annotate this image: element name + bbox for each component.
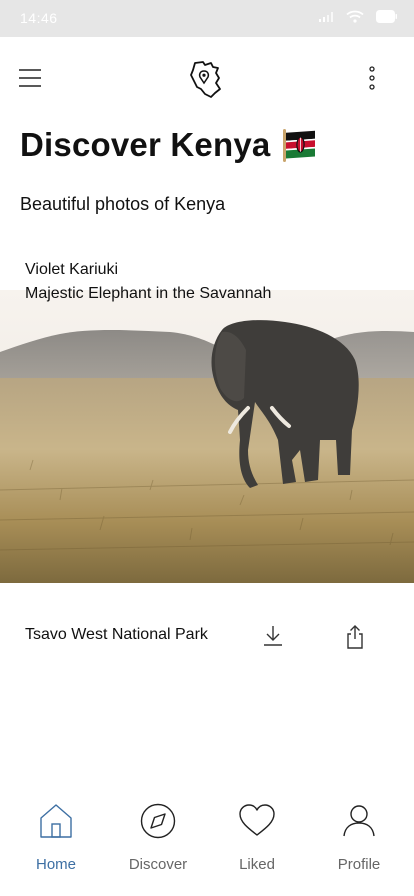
share-icon[interactable]	[344, 624, 366, 650]
tab-liked-label: Liked	[239, 856, 275, 873]
signal-icon	[319, 11, 333, 22]
kenya-flag-icon	[282, 127, 316, 163]
status-time: 14:46	[20, 10, 58, 26]
photo-caption: Majestic Elephant in the Savannah	[25, 285, 272, 302]
photo-location: Tsavo West National Park	[25, 626, 208, 643]
kenya-map-pin-logo-icon	[189, 59, 223, 99]
heart-icon	[238, 802, 276, 840]
tab-profile[interactable]: Profile	[314, 790, 404, 880]
bottom-tab-bar: Home Discover Liked Profile	[0, 790, 414, 890]
elephant-photo[interactable]	[0, 290, 414, 583]
top-bar	[0, 37, 414, 121]
photo-actions-row: Tsavo West National Park	[0, 616, 414, 656]
tab-profile-label: Profile	[337, 856, 381, 873]
tab-home[interactable]: Home	[11, 790, 101, 880]
more-vertical-icon[interactable]	[360, 64, 384, 94]
battery-icon	[376, 10, 397, 23]
status-bar: 14:46	[0, 0, 414, 37]
download-icon[interactable]	[262, 624, 284, 648]
compass-icon	[139, 802, 177, 840]
tab-home-label: Home	[35, 856, 76, 873]
photo-author: Violet Kariuki	[25, 261, 119, 278]
tab-liked[interactable]: Liked	[212, 790, 302, 880]
page-title-row: Discover Kenya	[20, 126, 316, 164]
user-icon	[340, 802, 378, 840]
hamburger-menu-icon[interactable]	[18, 67, 42, 89]
wifi-icon	[346, 10, 364, 23]
page-title: Discover Kenya	[20, 126, 271, 163]
home-icon	[37, 802, 75, 840]
tab-discover-label: Discover	[128, 856, 188, 873]
tab-discover[interactable]: Discover	[113, 790, 203, 880]
page-subtitle: Beautiful photos of Kenya	[20, 194, 226, 214]
status-icons	[318, 10, 398, 23]
